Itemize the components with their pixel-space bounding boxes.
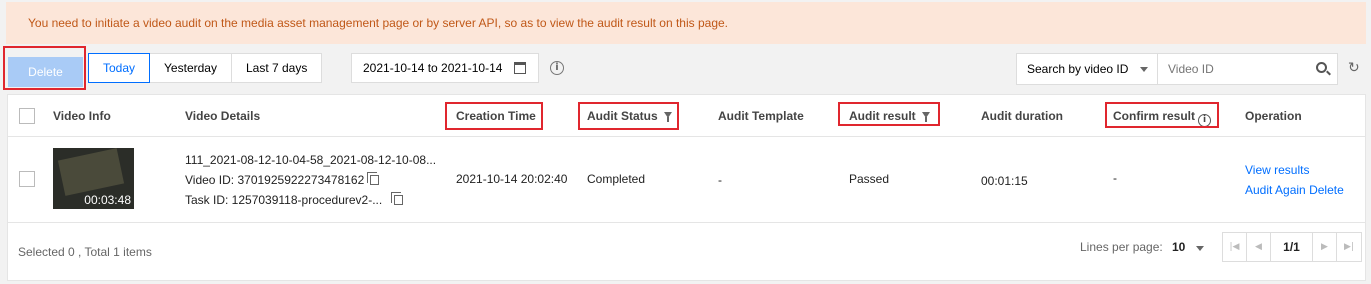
view-results-link[interactable]: View results [1245, 163, 1309, 177]
search-icon[interactable] [1316, 62, 1327, 73]
info-banner: You need to initiate a video audit on th… [6, 2, 1366, 44]
delete-link[interactable]: Delete [1309, 183, 1344, 197]
lines-per-page-select[interactable]: 10 [1172, 240, 1185, 254]
pagination: |◀ ◀ 1/1 ▶ ▶| [1222, 232, 1362, 262]
copy-icon[interactable] [391, 192, 404, 205]
today-button[interactable]: Today [88, 53, 151, 83]
task-id: Task ID: 1257039118-procedurev2-... [185, 193, 383, 207]
header-audit-status-label: Audit Status [587, 109, 658, 123]
header-audit-result-label: Audit result [849, 109, 916, 123]
search-type-label: Search by video ID [1027, 62, 1129, 76]
task-id-line: Task ID: 1257039118-procedurev2-... [185, 192, 404, 207]
search-input[interactable] [1157, 53, 1338, 85]
chevron-down-icon[interactable] [1196, 246, 1204, 251]
prev-page-icon[interactable]: ◀ [1247, 233, 1271, 261]
calendar-icon [514, 62, 526, 74]
yesterday-button[interactable]: Yesterday [149, 53, 232, 83]
refresh-icon[interactable]: ↻ [1348, 61, 1362, 75]
header-audit-result[interactable]: Audit result [849, 95, 930, 137]
video-duration: 00:03:48 [84, 193, 131, 207]
copy-icon[interactable] [367, 172, 380, 185]
delete-button[interactable]: Delete [8, 57, 83, 87]
creation-time: 2021-10-14 20:02:40 [456, 172, 568, 186]
row-checkbox[interactable] [19, 171, 35, 187]
header-confirm-result-label: Confirm result [1113, 109, 1196, 123]
select-all-checkbox[interactable] [19, 108, 35, 124]
header-video-details: Video Details [185, 109, 261, 123]
header-video-info: Video Info [53, 109, 111, 123]
info-icon[interactable]: i [550, 61, 564, 75]
video-thumbnail[interactable]: 00:03:48 [53, 148, 134, 209]
info-icon[interactable]: i [1198, 114, 1212, 127]
date-range-text: 2021-10-14 to 2021-10-14 [363, 61, 503, 75]
last-7-days-button[interactable]: Last 7 days [230, 53, 323, 83]
selection-summary: Selected 0 , Total 1 items [18, 245, 152, 259]
header-operation: Operation [1245, 109, 1302, 123]
last-page-icon[interactable]: ▶| [1337, 233, 1361, 261]
video-title: 111_2021-08-12-10-04-58_2021-08-12-10-08… [185, 153, 437, 167]
audit-duration: 00:01:15 [981, 174, 1028, 188]
filter-icon[interactable] [921, 112, 930, 122]
chevron-down-icon [1140, 67, 1148, 72]
table-header: Video Info Video Details Creation Time A… [8, 95, 1365, 137]
audit-template: - [718, 173, 722, 187]
header-confirm-result: Confirm result i [1113, 95, 1212, 137]
table-row: 00:03:48 111_2021-08-12-10-04-58_2021-08… [8, 137, 1365, 223]
video-id-line: Video ID: 3701925922273478162 [185, 172, 380, 187]
thumbnail-image [57, 148, 125, 196]
next-page-icon[interactable]: ▶ [1313, 233, 1337, 261]
first-page-icon[interactable]: |◀ [1223, 233, 1247, 261]
audit-table: Video Info Video Details Creation Time A… [7, 94, 1366, 281]
date-quick-filter: Today Yesterday Last 7 days [88, 53, 323, 83]
video-id: Video ID: 3701925922273478162 [185, 173, 365, 187]
audit-again-link[interactable]: Audit Again [1245, 183, 1306, 197]
confirm-result: - [1113, 171, 1117, 185]
date-range-picker[interactable]: 2021-10-14 to 2021-10-14 [351, 53, 539, 83]
page-indicator: 1/1 [1271, 233, 1313, 261]
operation-links: Audit Again Delete [1245, 183, 1344, 197]
lines-per-page-label: Lines per page: [1080, 240, 1163, 254]
toolbar: Delete Today Yesterday Last 7 days 2021-… [0, 52, 1371, 87]
header-audit-template: Audit Template [718, 109, 804, 123]
filter-icon[interactable] [663, 112, 672, 122]
header-audit-status[interactable]: Audit Status [587, 95, 672, 137]
audit-status: Completed [587, 172, 646, 186]
audit-result: Passed [849, 172, 890, 186]
header-creation-time[interactable]: Creation Time [456, 95, 536, 137]
search-type-select[interactable]: Search by video ID [1016, 53, 1158, 85]
header-audit-duration: Audit duration [981, 109, 1063, 123]
